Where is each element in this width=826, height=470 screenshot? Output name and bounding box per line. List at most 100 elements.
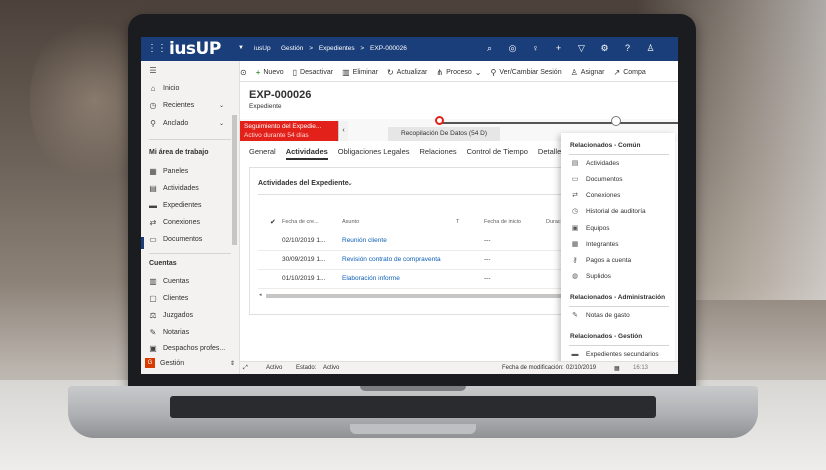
active-process-flag[interactable]: Seguimiento del Expedie... Activo durant…: [240, 121, 338, 141]
related-item-label: Actividades: [586, 159, 620, 167]
sidebar-item-juzgados[interactable]: ⚖ Juzgados: [149, 311, 193, 320]
filter-icon[interactable]: ▽: [576, 42, 587, 55]
lightbulb-icon[interactable]: ♀: [530, 42, 541, 55]
cell-subject-link[interactable]: Revisión contrato de compraventa: [342, 256, 441, 263]
sidebar-item-conexiones[interactable]: ⇄ Conexiones: [149, 218, 200, 227]
record-title: EXP-000026: [249, 89, 312, 101]
column-header-type[interactable]: T: [456, 219, 459, 225]
sidebar-item-paneles[interactable]: ▦ Paneles: [149, 167, 188, 176]
tab-obligaciones[interactable]: Obligaciones Legales: [338, 147, 410, 160]
assign-button[interactable]: ♙ Asignar: [571, 68, 605, 77]
column-header-duration[interactable]: Durac: [546, 219, 561, 225]
new-label: Nuevo: [263, 68, 284, 76]
sidebar-item-inicio[interactable]: ⌂ Inicio: [149, 84, 180, 93]
related-item-documentos[interactable]: ▭ Documentos: [571, 175, 623, 184]
related-item-expedientes-sec[interactable]: ▬ Expedientes secundarios: [571, 350, 659, 358]
chevron-down-icon[interactable]: ⌄: [219, 120, 224, 127]
help-icon[interactable]: ?: [622, 42, 633, 55]
switch-session-button[interactable]: ⚲ Ver/Cambiar Sesión: [490, 68, 561, 77]
select-all-checkmark-icon[interactable]: ✔: [270, 218, 276, 226]
user-icon[interactable]: ♙: [645, 42, 656, 55]
tab-relaciones[interactable]: Relaciones: [420, 147, 457, 160]
sidebar-item-cuentas[interactable]: ▥ Cuentas: [149, 277, 189, 286]
share-button[interactable]: ↗ Compa: [614, 68, 646, 77]
chevron-left-icon[interactable]: ‹: [338, 121, 348, 141]
members-icon: ▦: [571, 241, 579, 248]
record-status: Activo: [266, 365, 283, 371]
expand-icon[interactable]: ⤢: [243, 365, 248, 372]
gear-icon[interactable]: ⚙: [599, 42, 610, 55]
breadcrumb-area[interactable]: Gestión: [281, 45, 303, 52]
refresh-icon: ↻: [386, 67, 394, 77]
related-item-conexiones[interactable]: ⇄ Conexiones: [571, 191, 620, 200]
stage-label[interactable]: Recopilación De Datos (54 D): [388, 127, 500, 141]
sidebar-item-clientes[interactable]: ▢ Clientes: [149, 294, 188, 303]
sidebar-item-despachos[interactable]: ▣ Despachos profes...: [149, 344, 225, 352]
sidebar-item-actividades[interactable]: ▤ Actividades: [149, 184, 199, 193]
sidebar-item-recientes[interactable]: ◷ Recientes ⌄: [149, 101, 225, 110]
sidebar-item-notarias[interactable]: ✎ Notarias: [149, 328, 189, 337]
related-item-pagos[interactable]: ⚷ Pagos a cuenta: [571, 256, 632, 265]
related-item-notas-gasto[interactable]: ✎ Notas de gasto: [571, 311, 630, 320]
history-button[interactable]: ⊙: [240, 68, 247, 77]
chevron-down-icon[interactable]: ⌄: [347, 179, 353, 187]
sidebar-item-anclado[interactable]: ⚲ Anclado ⌄: [149, 119, 224, 128]
related-item-historial[interactable]: ◷ Historial de auditoría: [571, 207, 646, 216]
divider: [149, 253, 231, 254]
office-icon: ▣: [149, 344, 157, 352]
cell-subject-link[interactable]: Reunión cliente: [342, 237, 387, 244]
court-icon: ⚖: [149, 311, 157, 320]
scroll-left-icon[interactable]: ◂: [259, 292, 262, 298]
column-header-subject[interactable]: Asunto: [342, 219, 359, 225]
related-item-label: Notas de gasto: [586, 311, 630, 319]
related-item-equipos[interactable]: ▣ Equipos: [571, 224, 610, 233]
sidebar-item-expedientes[interactable]: ▬ Expedientes: [149, 201, 202, 210]
related-item-label: Equipos: [586, 224, 610, 232]
hamburger-menu-icon[interactable]: ☰: [149, 66, 157, 75]
section-mi-area: Mi área de trabajo: [149, 149, 209, 156]
stage-active-dot[interactable]: [435, 116, 444, 125]
assign-label: Asignar: [580, 68, 605, 76]
plus-icon[interactable]: +: [553, 42, 564, 55]
process-button[interactable]: ⋔ Proceso ⌄: [436, 68, 481, 77]
tab-actividades[interactable]: Actividades: [285, 147, 328, 160]
lightbulb-target-icon[interactable]: ◎: [507, 42, 518, 55]
tab-control-tiempo[interactable]: Control de Tiempo: [467, 147, 528, 160]
sidebar-scrollbar[interactable]: [232, 115, 237, 245]
related-item-label: Pagos a cuenta: [586, 256, 632, 264]
area-switcher[interactable]: G Gestión ⇕: [145, 355, 235, 371]
app-name[interactable]: iusUp: [254, 45, 271, 52]
delete-button[interactable]: ▥ Eliminar: [342, 68, 378, 77]
breadcrumb-entity[interactable]: Expedientes: [319, 45, 355, 52]
command-bar: ⊙ + Nuevo ▯ Desactivar ▥ Eliminar ↻ Actualiz…: [240, 63, 678, 82]
breadcrumb-separator: >: [360, 45, 365, 52]
search-icon[interactable]: ⌕: [484, 42, 495, 55]
related-item-suplidos[interactable]: ◍ Suplidos: [571, 272, 611, 281]
laptop-hinge: [360, 386, 466, 391]
cell-subject-link[interactable]: Elaboración informe: [342, 275, 400, 282]
stage-next-dot[interactable]: [611, 116, 621, 126]
column-header-created[interactable]: Fecha de cre...: [282, 219, 319, 225]
related-item-actividades[interactable]: ▤ Actividades: [571, 159, 620, 168]
document-icon: ▭: [149, 235, 157, 244]
sidebar-item-label: Documentos: [163, 236, 203, 243]
tab-general[interactable]: General: [249, 147, 276, 160]
deactivate-button[interactable]: ▯ Desactivar: [293, 68, 333, 77]
plus-icon: +: [255, 67, 261, 77]
related-item-integrantes[interactable]: ▦ Integrantes: [571, 240, 619, 249]
sidebar-item-label: Inicio: [163, 85, 180, 92]
chevron-down-icon: ⌄: [474, 67, 482, 77]
refresh-button[interactable]: ↻ Actualizar: [387, 68, 427, 77]
calendar-icon[interactable]: ▦: [614, 365, 620, 372]
horizontal-scrollbar[interactable]: [266, 294, 570, 298]
chevron-down-icon[interactable]: ⌄: [219, 102, 224, 109]
sidebar-item-label: Expedientes: [163, 202, 202, 209]
chevron-down-icon[interactable]: ▼: [238, 45, 244, 51]
sidebar-item-label: Actividades: [163, 185, 199, 192]
sidebar-item-label: Juzgados: [163, 312, 193, 319]
cell-start: ---: [484, 237, 491, 244]
column-header-start[interactable]: Fecha de inicio: [484, 219, 521, 225]
new-button[interactable]: + Nuevo: [256, 68, 284, 77]
folder-icon: ▬: [149, 201, 157, 210]
sidebar-item-documentos[interactable]: ▭ Documentos: [149, 235, 202, 244]
